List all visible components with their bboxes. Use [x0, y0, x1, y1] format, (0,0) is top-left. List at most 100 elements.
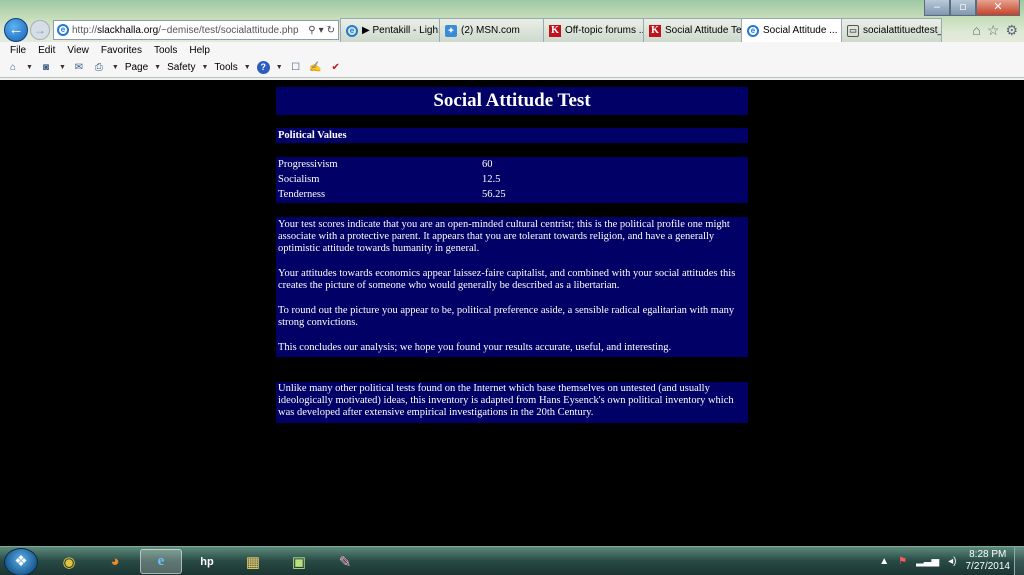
menu-edit[interactable]: Edit	[32, 45, 61, 56]
show-desktop-button[interactable]	[1014, 547, 1024, 575]
explorer-taskbar-icon[interactable]: ▦	[232, 549, 274, 574]
chevron-down-icon[interactable]: ▼	[26, 64, 33, 71]
firefox-taskbar-icon[interactable]: ◕	[94, 549, 136, 574]
menu-tools[interactable]: Tools	[148, 45, 183, 56]
chevron-down-icon[interactable]: ▼	[59, 64, 66, 71]
firefox-icon: ◕	[110, 553, 120, 570]
signal-icon[interactable]: ▂▃▅	[916, 556, 939, 567]
close-button[interactable]: ✕	[976, 0, 1020, 16]
ie-page-icon: e	[346, 24, 358, 37]
analysis-paragraph: Your attitudes towards economics appear …	[278, 268, 736, 291]
tab-label: socialattituedtest_...	[863, 25, 942, 36]
browser-toolbar-right: ⌂ ☆ ⚙	[972, 22, 1018, 39]
tab-social-attitude-test[interactable]: K Social Attitude Te...	[644, 18, 742, 42]
tab-off-topic-forums[interactable]: K Off-topic forums ...	[544, 18, 644, 42]
chevron-down-icon[interactable]: ▾	[319, 25, 324, 36]
menu-file[interactable]: File	[4, 45, 32, 56]
gear-icon[interactable]: ⚙	[1005, 22, 1018, 39]
menu-help[interactable]: Help	[183, 45, 216, 56]
clock-date: 7/27/2014	[965, 561, 1011, 572]
ie-page-icon: e	[57, 24, 69, 36]
chevron-down-icon[interactable]: ▼	[154, 64, 161, 71]
tools-menu-button[interactable]: Tools	[214, 62, 237, 73]
score-row: Socialism 12.5	[278, 173, 746, 188]
tab-label: ▶ Pentakill - Ligh...	[362, 25, 440, 36]
k-site-icon[interactable]: ☐	[289, 61, 303, 75]
home-icon[interactable]: ⌂	[972, 22, 980, 39]
chevron-down-icon[interactable]: ▼	[244, 64, 251, 71]
rss-feed-icon[interactable]: ◙	[39, 61, 53, 75]
research-icon[interactable]: ✍	[309, 61, 323, 75]
hp-taskbar-icon[interactable]: hp	[186, 549, 228, 574]
mail-icon[interactable]: ✉	[72, 61, 86, 75]
score-label: Tenderness	[278, 189, 326, 200]
windows-taskbar: ❖ ◉ ◕ e hp ▦ ▣ ✎ ▲ ⚑ ▂▃▅ ◂) 8:28 PM 7/27…	[0, 546, 1024, 575]
command-bar: ⌂ ▼ ◙ ▼ ✉ ⎙ ▼ Page ▼ Safety ▼ Tools ▼ ? …	[0, 58, 1024, 78]
url-host: slackhalla.org	[97, 24, 159, 36]
tab-pentakill[interactable]: e ▶ Pentakill - Ligh...	[340, 18, 440, 42]
minimize-button[interactable]: ‒	[924, 0, 950, 16]
refresh-icon[interactable]: ↻	[327, 25, 335, 36]
flag-icon[interactable]: ⚑	[898, 556, 907, 567]
url-path: /~demise/test/socialattitude.php	[158, 24, 299, 36]
menu-bar: File Edit View Favorites Tools Help	[0, 42, 1024, 58]
analysis-text: Your test scores indicate that you are a…	[276, 217, 748, 357]
score-value: 12.5	[482, 174, 501, 185]
menu-favorites[interactable]: Favorites	[95, 45, 148, 56]
analysis-paragraph: To round out the picture you appear to b…	[278, 305, 735, 328]
page-title: Social Attitude Test	[276, 87, 748, 115]
ie-icon: e	[157, 553, 165, 569]
hp-icon: hp	[200, 555, 214, 568]
ie-page-icon: e	[747, 24, 759, 37]
chevron-down-icon[interactable]: ▼	[276, 64, 283, 71]
k-site-icon: K	[649, 24, 661, 37]
paint-taskbar-icon[interactable]: ✎	[324, 549, 366, 574]
start-button[interactable]: ❖	[4, 548, 38, 575]
clock-time: 8:28 PM	[969, 549, 1007, 560]
chrome-taskbar-icon[interactable]: ◉	[48, 549, 90, 574]
score-label: Progressivism	[278, 159, 338, 170]
tab-label: (2) MSN.com	[461, 25, 520, 36]
url-text[interactable]: http://slackhalla.org/~demise/test/socia…	[72, 25, 299, 36]
forward-button[interactable]: →	[30, 20, 50, 40]
app-taskbar-icon[interactable]: ▣	[278, 549, 320, 574]
safety-menu-button[interactable]: Safety	[167, 62, 195, 73]
chevron-up-icon[interactable]: ▲	[879, 556, 889, 567]
tab-msn[interactable]: ✦ (2) MSN.com	[440, 18, 544, 42]
system-tray: ▲ ⚑ ▂▃▅ ◂) 8:28 PM 7/27/2014	[879, 547, 1024, 575]
msn-icon: ✦	[445, 24, 457, 37]
menu-view[interactable]: View	[61, 45, 95, 56]
print-icon[interactable]: ⎙	[92, 61, 106, 75]
page-content: Social Attitude Test Political Values Pr…	[0, 80, 1024, 546]
tab-social-attitude-active[interactable]: e Social Attitude ... ×	[742, 18, 842, 42]
tab-socialattituedtest[interactable]: ▭ socialattituedtest_...	[842, 18, 942, 42]
folder-icon: ▦	[245, 553, 261, 571]
tab-label: Social Attitude Te...	[665, 25, 742, 36]
methodology-note: Unlike many other political tests found …	[276, 382, 748, 423]
help-icon[interactable]: ?	[256, 61, 270, 74]
clock[interactable]: 8:28 PM 7/27/2014	[966, 549, 1011, 573]
chevron-down-icon[interactable]: ▼	[112, 64, 119, 71]
chevron-down-icon[interactable]: ▼	[201, 64, 208, 71]
favorites-star-icon[interactable]: ☆	[987, 22, 1000, 39]
address-bar[interactable]: e http://slackhalla.org/~demise/test/soc…	[53, 20, 339, 40]
search-icon[interactable]: ⚲	[308, 25, 315, 36]
analysis-paragraph: This concludes our analysis; we hope you…	[278, 342, 672, 353]
back-button[interactable]: ←	[4, 18, 28, 42]
scores-table: Progressivism 60 Socialism 12.5 Tenderne…	[276, 157, 748, 203]
maximize-button[interactable]: ▫	[950, 0, 976, 16]
browser-chrome: ‒ ▫ ✕ ← → e http://slackhalla.org/~demis…	[0, 0, 1024, 80]
chrome-icon: ◉	[62, 553, 76, 571]
tab-page-icon: ▭	[847, 24, 859, 37]
tab-label: Social Attitude ...	[763, 25, 838, 36]
url-prefix: http://	[72, 24, 98, 36]
analysis-paragraph: Your test scores indicate that you are a…	[278, 219, 730, 254]
ie-taskbar-icon[interactable]: e	[140, 549, 182, 574]
address-tools: ⚲ ▾ ↻	[308, 25, 338, 36]
bookmarklet-icon[interactable]: ✔	[329, 61, 343, 75]
tab-strip: e ▶ Pentakill - Ligh... ✦ (2) MSN.com K …	[340, 18, 942, 42]
home-icon[interactable]: ⌂	[6, 61, 20, 75]
volume-icon[interactable]: ◂)	[948, 556, 956, 567]
page-menu-button[interactable]: Page	[125, 62, 148, 73]
monitor-icon: ▣	[291, 553, 307, 571]
